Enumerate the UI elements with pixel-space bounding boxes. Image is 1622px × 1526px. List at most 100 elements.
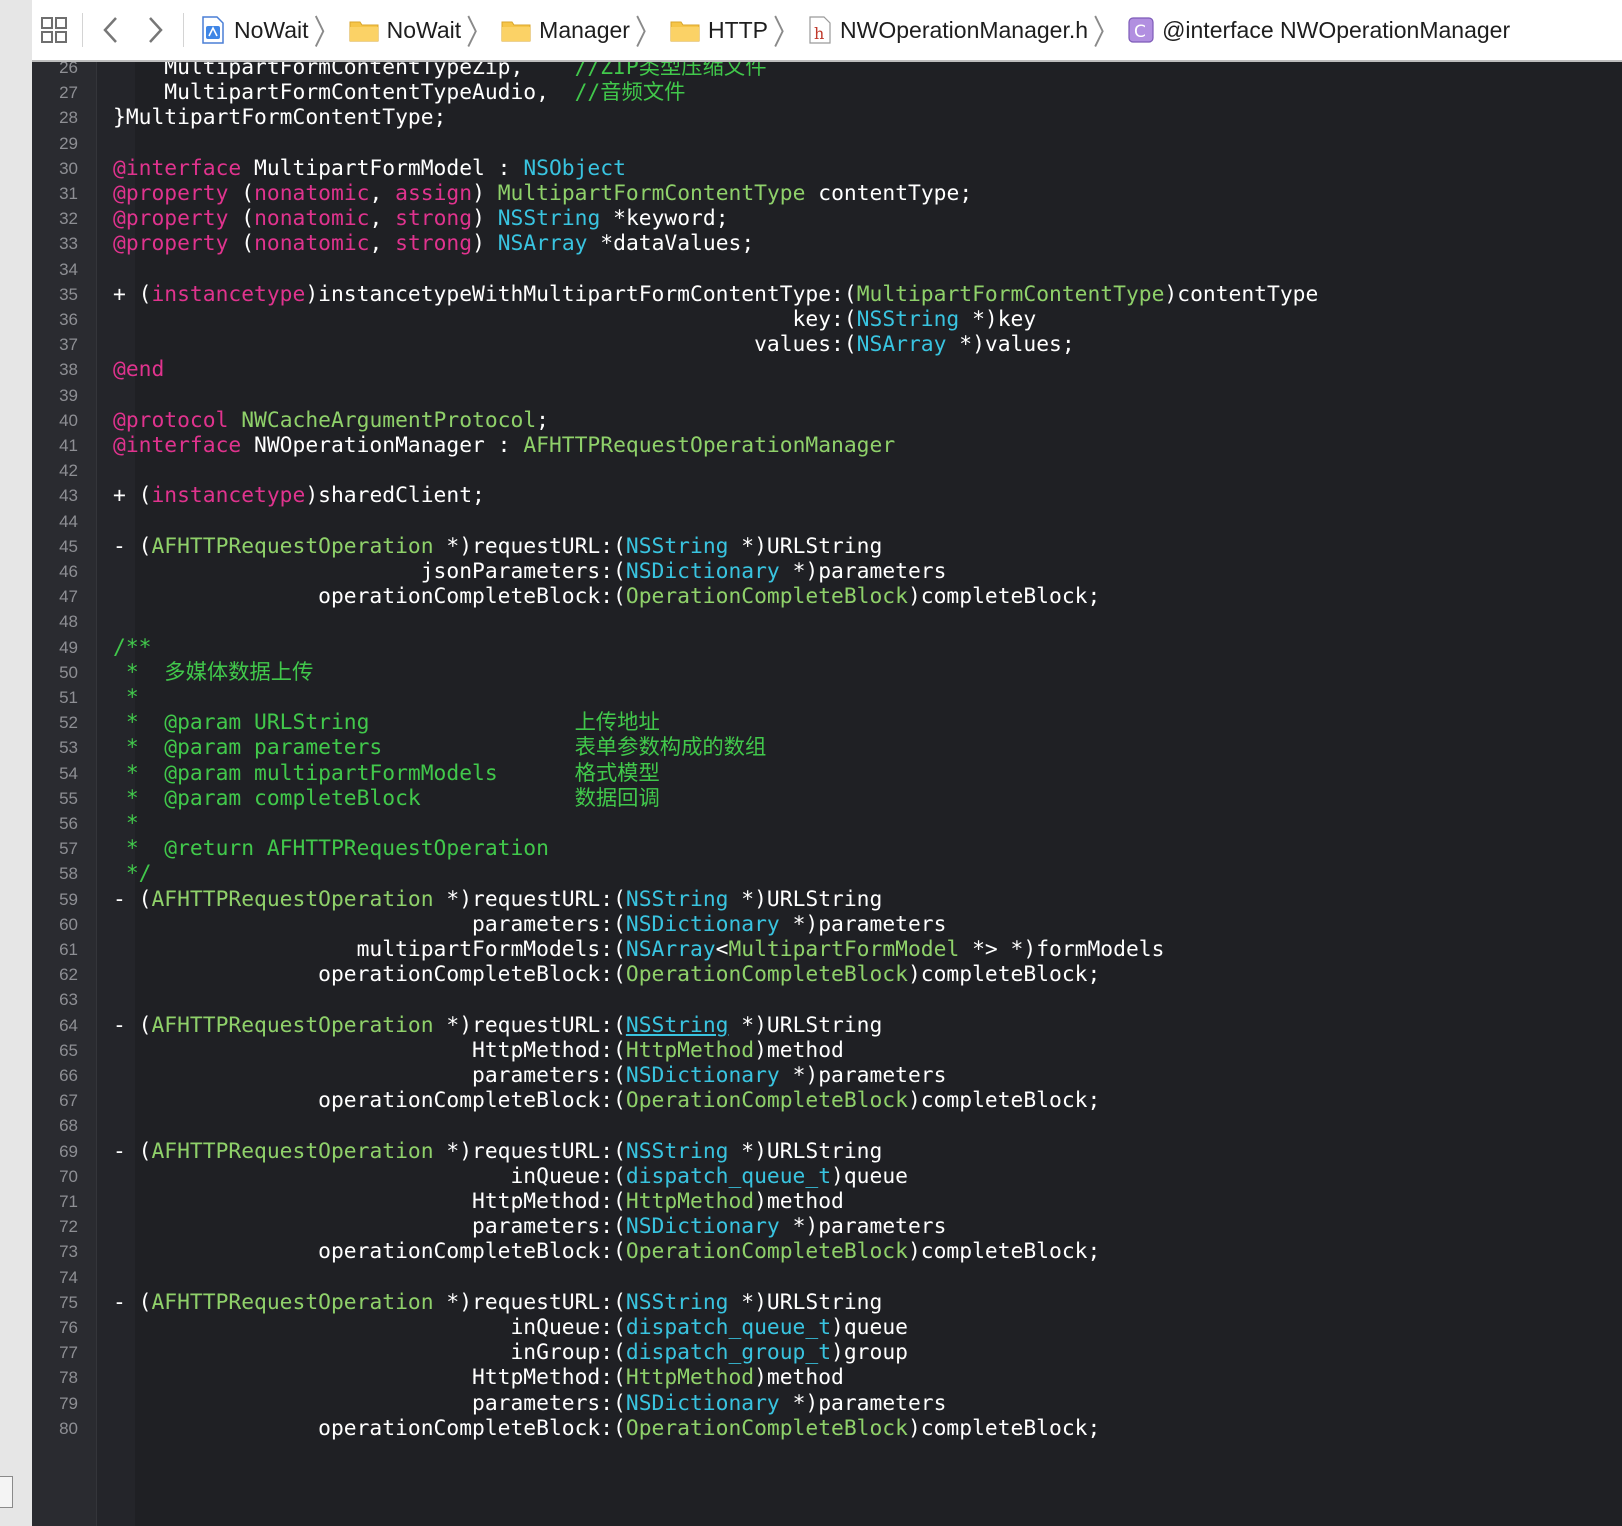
code-line[interactable]: 34	[32, 257, 1622, 282]
code-line[interactable]: 37 values:(NSArray *)values;	[32, 332, 1622, 357]
source-editor[interactable]: 26 MultipartFormContentTypeZip, //ZIP类型压…	[32, 62, 1622, 1526]
code-token: <	[715, 937, 729, 962]
code-line[interactable]: 35 + (instancetype)instancetypeWithMultip…	[32, 282, 1622, 307]
code-line[interactable]: 70 inQueue:(dispatch_queue_t)queue	[32, 1164, 1622, 1189]
code-line[interactable]: 40 @protocol NWCacheArgumentProtocol;	[32, 408, 1622, 433]
code-token: )	[472, 231, 498, 257]
code-line[interactable]: 53 * @param parameters 表单参数构成的数组	[32, 735, 1622, 760]
code-line[interactable]: 36 key:(NSString *)key	[32, 307, 1622, 332]
breadcrumb-item-file[interactable]: h NWOperationManager.h	[808, 15, 1088, 45]
code-token: )method	[754, 1365, 844, 1391]
code-token: AFHTTPRequestOperation	[151, 886, 434, 912]
code-line[interactable]: 63	[32, 987, 1622, 1012]
code-line[interactable]: 68	[32, 1113, 1622, 1138]
code-text: - (AFHTTPRequestOperation *)requestURL:(…	[113, 887, 882, 912]
code-line[interactable]: 79 parameters:(NSDictionary *)parameters	[32, 1391, 1622, 1416]
code-line[interactable]: 64 - (AFHTTPRequestOperation *)requestURL…	[32, 1013, 1622, 1038]
code-token: HttpMethod	[625, 1189, 755, 1214]
breadcrumb-separator-icon: 〉	[466, 12, 493, 52]
code-line[interactable]: 48	[32, 609, 1622, 634]
code-line[interactable]: 47 operationCompleteBlock:(OperationComp…	[32, 584, 1622, 609]
code-line[interactable]: 59 - (AFHTTPRequestOperation *)requestURL…	[32, 887, 1622, 912]
code-line[interactable]: 69 - (AFHTTPRequestOperation *)requestURL…	[32, 1139, 1622, 1164]
code-line[interactable]: 42	[32, 458, 1622, 483]
code-line[interactable]: 46 jsonParameters:(NSDictionary *)parame…	[32, 559, 1622, 584]
code-line[interactable]: 39	[32, 383, 1622, 408]
code-line[interactable]: 72 parameters:(NSDictionary *)parameters	[32, 1214, 1622, 1239]
back-button[interactable]	[89, 8, 133, 52]
code-token: OperationCompleteBlock	[625, 1088, 908, 1114]
code-line[interactable]: 65 HttpMethod:(HttpMethod)method	[32, 1038, 1622, 1063]
code-token: )	[472, 181, 498, 206]
code-token: //ZIP类型压缩文件	[574, 62, 767, 80]
code-line[interactable]: 71 HttpMethod:(HttpMethod)method	[32, 1189, 1622, 1214]
code-line[interactable]: 56 *	[32, 811, 1622, 836]
code-line[interactable]: 73 operationCompleteBlock:(OperationComp…	[32, 1239, 1622, 1264]
code-token: parameters:(	[113, 1390, 626, 1416]
code-text: values:(NSArray *)values;	[113, 332, 1075, 357]
code-line[interactable]: 67 operationCompleteBlock:(OperationComp…	[32, 1088, 1622, 1113]
code-line[interactable]: 45 - (AFHTTPRequestOperation *)requestURL…	[32, 534, 1622, 559]
folder-icon	[501, 18, 531, 42]
code-line[interactable]: 80 operationCompleteBlock:(OperationComp…	[32, 1416, 1622, 1441]
code-token: NSString	[625, 533, 729, 559]
code-line[interactable]: 61 multipartFormModels:(NSArray<Multipar…	[32, 937, 1622, 962]
breadcrumb-item-group[interactable]: Manager	[501, 17, 630, 44]
code-line[interactable]: 74	[32, 1265, 1622, 1290]
forward-button[interactable]	[133, 8, 177, 52]
line-number: 62	[59, 965, 78, 985]
related-items-button[interactable]	[32, 8, 76, 52]
svg-text:C: C	[1134, 22, 1146, 42]
code-line[interactable]: 77 inGroup:(dispatch_group_t)group	[32, 1340, 1622, 1365]
code-line[interactable]: 29	[32, 131, 1622, 156]
code-line[interactable]: 62 operationCompleteBlock:(OperationComp…	[32, 962, 1622, 987]
breadcrumb-separator-icon: 〉	[773, 12, 800, 52]
code-line[interactable]: 49 /**	[32, 635, 1622, 660]
breadcrumb-item-group[interactable]: HTTP	[670, 17, 768, 44]
line-number: 36	[59, 310, 78, 329]
breadcrumb-item-group[interactable]: NoWait	[349, 17, 461, 44]
code-token: * @return AFHTTPRequestOperation	[113, 836, 549, 862]
code-line[interactable]: 33 @property (nonatomic, strong) NSArray …	[32, 231, 1622, 256]
code-token: parameters:(	[113, 911, 626, 937]
breadcrumb-label: HTTP	[707, 16, 769, 43]
breadcrumb-item-symbol[interactable]: C @interface NWOperationManager	[1128, 17, 1510, 44]
code-line[interactable]: 76 inQueue:(dispatch_queue_t)queue	[32, 1315, 1622, 1340]
code-line[interactable]: 78 HttpMethod:(HttpMethod)method	[32, 1365, 1622, 1390]
code-line[interactable]: 55 * @param completeBlock 数据回调	[32, 786, 1622, 811]
breadcrumb: NoWait 〉 NoWait 〉 Manager 〉 HTTP 〉 h NWO…	[200, 12, 1510, 51]
code-line[interactable]: 31 @property (nonatomic, assign) Multipar…	[32, 181, 1622, 206]
code-token: @interface	[113, 433, 242, 458]
code-token: *)parameters	[779, 1214, 947, 1240]
code-token: nonatomic	[254, 206, 370, 232]
code-text: parameters:(NSDictionary *)parameters	[113, 912, 946, 937]
line-number: 79	[59, 1393, 78, 1413]
code-token: NSArray	[497, 231, 588, 257]
code-line[interactable]: 57 * @return AFHTTPRequestOperation	[32, 836, 1622, 861]
code-line[interactable]: 27 MultipartFormContentTypeAudio, //音频文件	[32, 80, 1622, 105]
line-number: 28	[59, 108, 78, 128]
code-line[interactable]: 52 * @param URLString 上传地址	[32, 710, 1622, 735]
code-line[interactable]: 54 * @param multipartFormModels 格式模型	[32, 761, 1622, 786]
code-line[interactable]: 58 */	[32, 861, 1622, 886]
code-text: MultipartFormContentTypeAudio, //音频文件	[113, 80, 685, 105]
line-number: 39	[59, 385, 78, 405]
code-line[interactable]: 75 - (AFHTTPRequestOperation *)requestURL…	[32, 1290, 1622, 1315]
code-token: MultipartFormModel :	[241, 155, 524, 181]
code-line[interactable]: 60 parameters:(NSDictionary *)parameters	[32, 912, 1622, 937]
code-line[interactable]: 51 *	[32, 685, 1622, 710]
code-line[interactable]: 38 @end	[32, 357, 1622, 382]
code-line[interactable]: 44	[32, 509, 1622, 534]
code-line[interactable]: 50 * 多媒体数据上传	[32, 660, 1622, 685]
panel-toggle-icon[interactable]	[0, 1476, 13, 1508]
code-line[interactable]: 28}MultipartFormContentType;	[32, 105, 1622, 130]
line-number: 41	[59, 436, 78, 455]
breadcrumb-item-project[interactable]: NoWait	[200, 15, 309, 45]
code-line[interactable]: 41 @interface NWOperationManager : AFHTTP…	[32, 433, 1622, 458]
code-line[interactable]: 30 @interface MultipartFormModel : NSObje…	[32, 156, 1622, 181]
code-line[interactable]: 32 @property (nonatomic, strong) NSString…	[32, 206, 1622, 231]
code-line[interactable]: 26 MultipartFormContentTypeZip, //ZIP类型压…	[32, 62, 1622, 80]
code-line[interactable]: 66 parameters:(NSDictionary *)parameters	[32, 1063, 1622, 1088]
code-line[interactable]: 43 + (instancetype)sharedClient;	[32, 483, 1622, 508]
